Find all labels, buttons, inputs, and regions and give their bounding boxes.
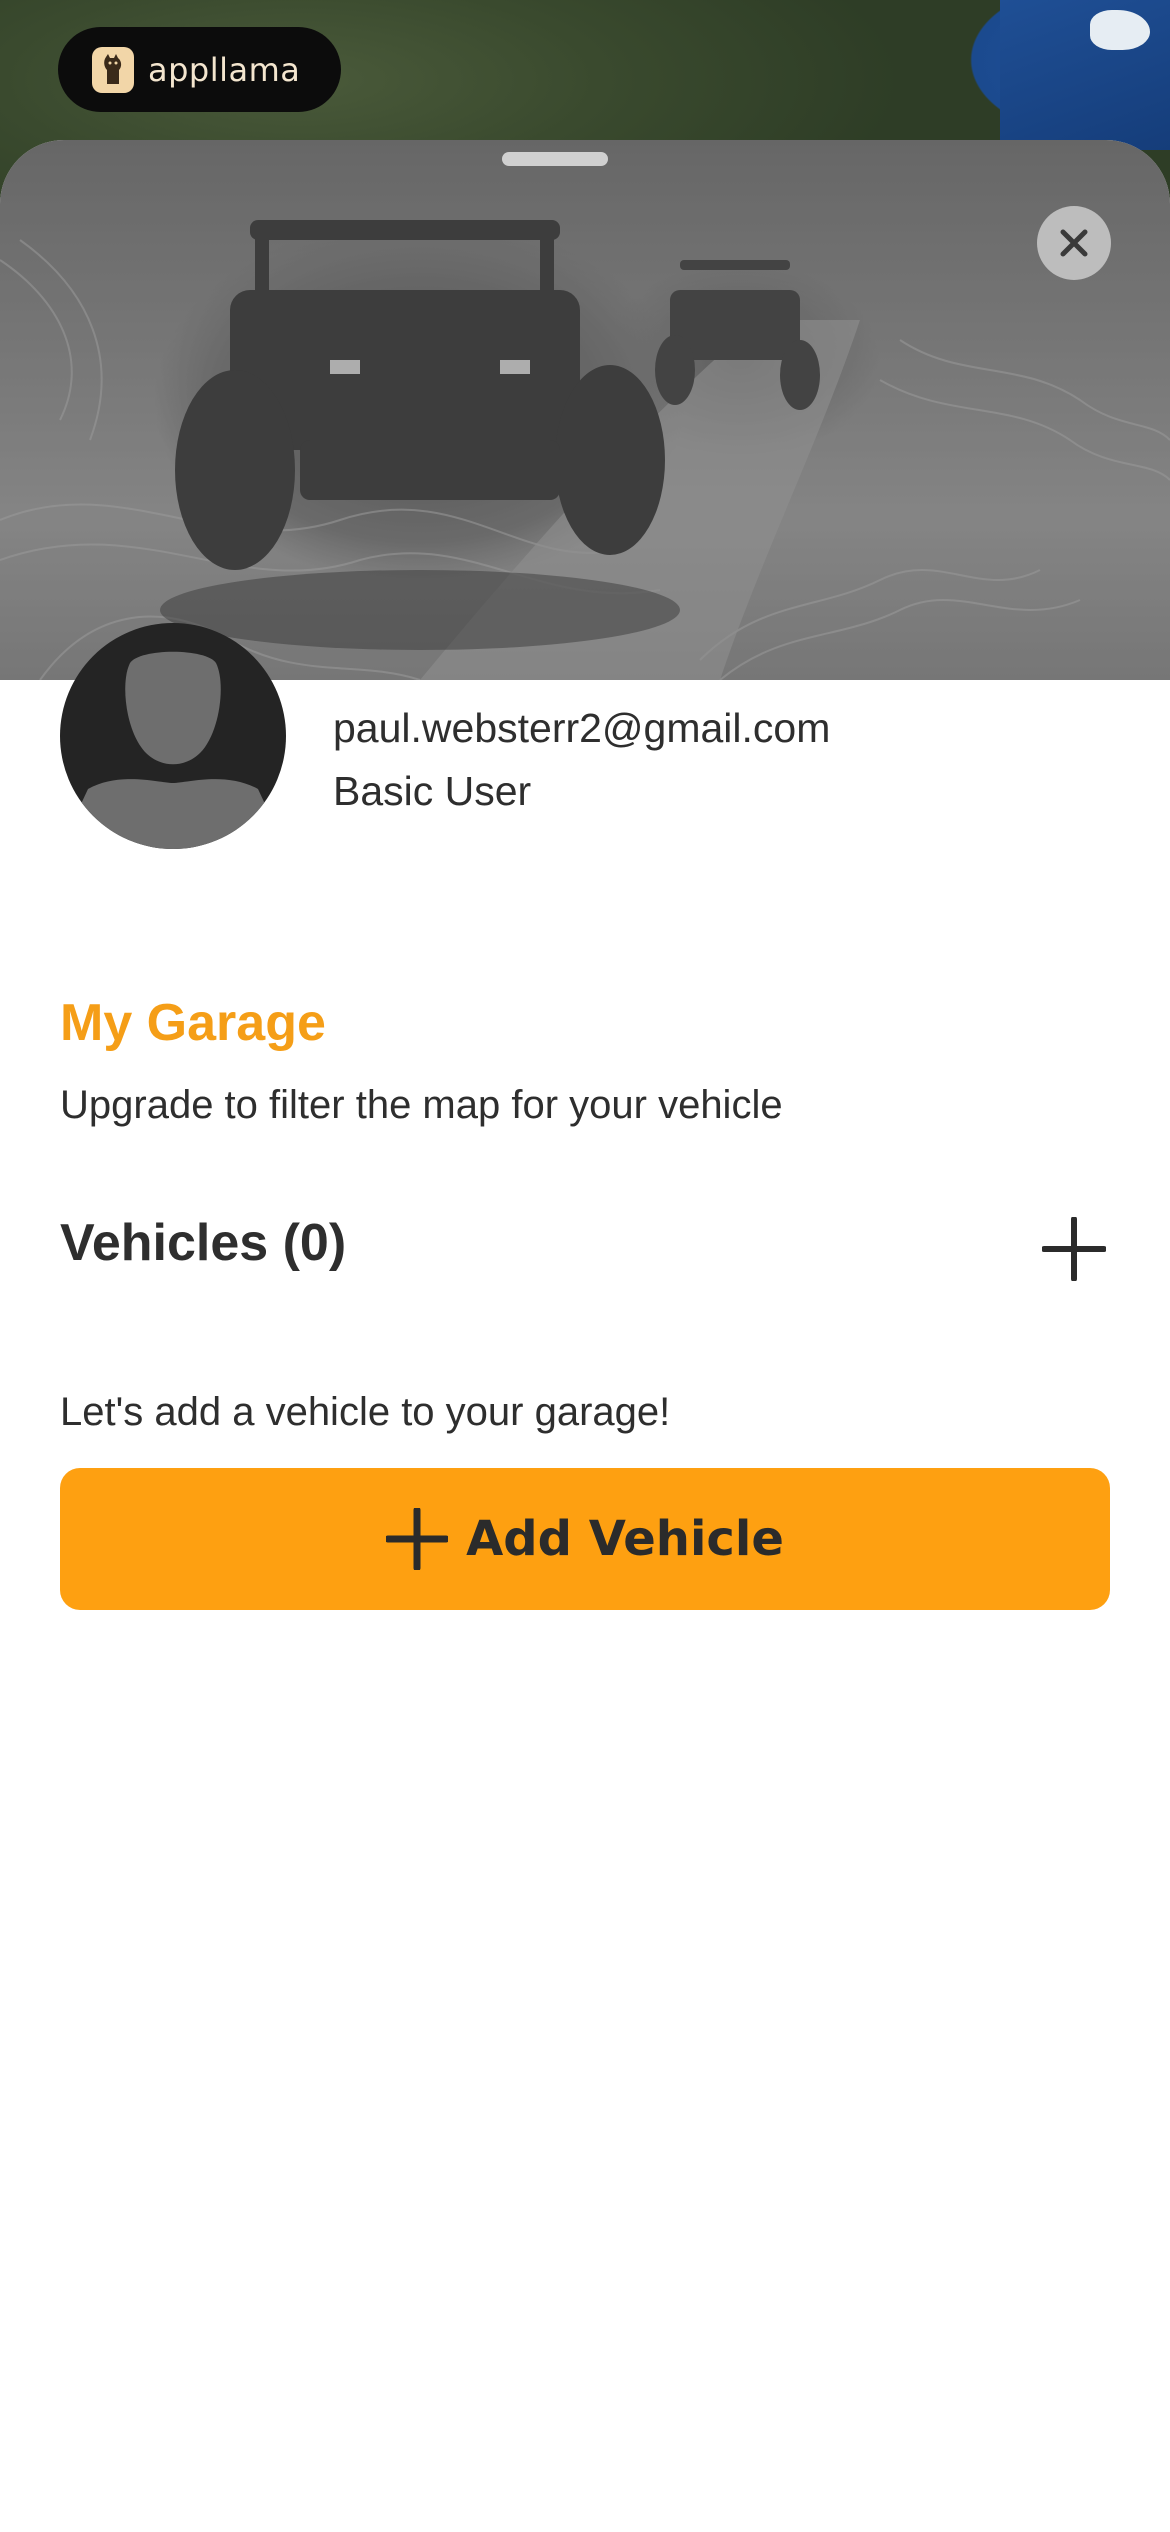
avatar[interactable] (60, 623, 286, 849)
brand-name: appllama (148, 50, 301, 89)
plus-icon (386, 1508, 449, 1570)
hero-image (0, 140, 1170, 680)
add-vehicle-button[interactable]: Add Vehicle (60, 1468, 1110, 1610)
garage-title: My Garage (60, 994, 326, 1052)
user-email: paul.websterr2@gmail.com (333, 705, 831, 751)
close-button[interactable] (1037, 206, 1111, 280)
empty-garage-message: Let's add a vehicle to your garage! (60, 1390, 671, 1434)
add-vehicle-plus-button[interactable] (1041, 1216, 1107, 1282)
vehicles-count-label: Vehicles (0) (60, 1214, 347, 1272)
profile-sheet (0, 140, 1170, 2532)
user-role: Basic User (333, 768, 532, 814)
map-snow (1090, 10, 1150, 50)
brand-pill[interactable]: appllama (58, 27, 341, 112)
garage-upgrade-text[interactable]: Upgrade to filter the map for your vehic… (60, 1083, 783, 1128)
llama-logo-icon (92, 46, 134, 93)
plus-icon (1041, 1216, 1107, 1282)
close-icon (1060, 229, 1088, 257)
user-silhouette-icon (60, 651, 286, 849)
add-vehicle-label: Add Vehicle (466, 1511, 784, 1567)
sheet-grabber[interactable] (502, 152, 608, 166)
